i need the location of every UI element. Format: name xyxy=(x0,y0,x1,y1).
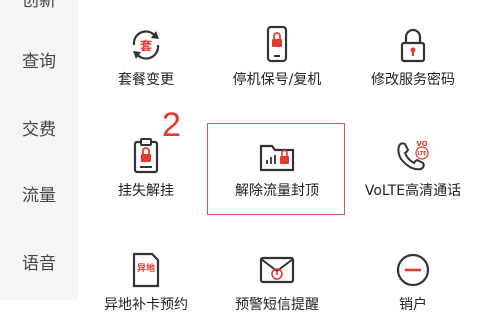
category-sidebar: 创新 查询 交费 流量 语音 xyxy=(0,0,78,300)
alert-sms-reminder-label: 预警短信提醒 xyxy=(235,297,319,313)
volte-hd-call-label: VoLTE高清通话 xyxy=(364,183,462,199)
volte-hd-call-button[interactable]: VO LTE VoLTE高清通话 xyxy=(347,136,479,202)
report-loss-label: 挂失解挂 xyxy=(118,183,174,199)
report-loss-button[interactable]: 挂失解挂 xyxy=(80,136,212,202)
sidebar-item-voice[interactable]: 语音 xyxy=(0,253,78,275)
step-number-annotation: 2 xyxy=(162,106,181,144)
clipboard-lock-icon xyxy=(126,136,166,176)
alert-mail-icon xyxy=(257,250,297,290)
change-service-password-label: 修改服务密码 xyxy=(371,72,455,88)
change-service-password-button[interactable]: 修改服务密码 xyxy=(347,25,479,91)
sidebar-item-payment[interactable]: 交费 xyxy=(0,119,78,141)
package-change-label: 套餐变更 xyxy=(118,72,174,88)
volte-glyph-lte: LTE xyxy=(417,151,427,157)
suspend-resume-button[interactable]: 停机保号/复机 xyxy=(211,25,343,91)
package-change-icon: 套 xyxy=(126,25,166,65)
package-change-button[interactable]: 套 套餐变更 xyxy=(80,25,212,91)
alert-sms-reminder-button[interactable]: 预警短信提醒 xyxy=(211,250,343,316)
phone-lock-icon xyxy=(257,25,297,65)
sidebar-item-query[interactable]: 查询 xyxy=(0,51,78,73)
sidebar-item-innovation[interactable]: 创新 xyxy=(0,0,78,12)
volte-phone-icon: VO LTE xyxy=(393,136,433,176)
sidebar-item-data-traffic[interactable]: 流量 xyxy=(0,185,78,207)
close-account-button[interactable]: 销户 xyxy=(347,250,479,316)
remote-sim-reissue-label: 异地补卡预约 xyxy=(104,297,188,313)
remote-card-icon: 异地 xyxy=(126,250,166,290)
folder-lock-icon xyxy=(257,136,297,176)
remote-card-glyph: 异地 xyxy=(137,262,155,274)
remote-sim-reissue-button[interactable]: 异地 异地补卡预约 xyxy=(80,250,212,316)
suspend-resume-label: 停机保号/复机 xyxy=(232,72,322,88)
remove-data-cap-label: 解除流量封顶 xyxy=(235,183,319,199)
minus-circle-icon xyxy=(393,250,433,290)
close-account-label: 销户 xyxy=(399,297,427,313)
package-icon-glyph: 套 xyxy=(139,38,153,53)
padlock-icon xyxy=(393,25,433,65)
remove-data-cap-button[interactable]: 解除流量封顶 xyxy=(211,136,343,202)
